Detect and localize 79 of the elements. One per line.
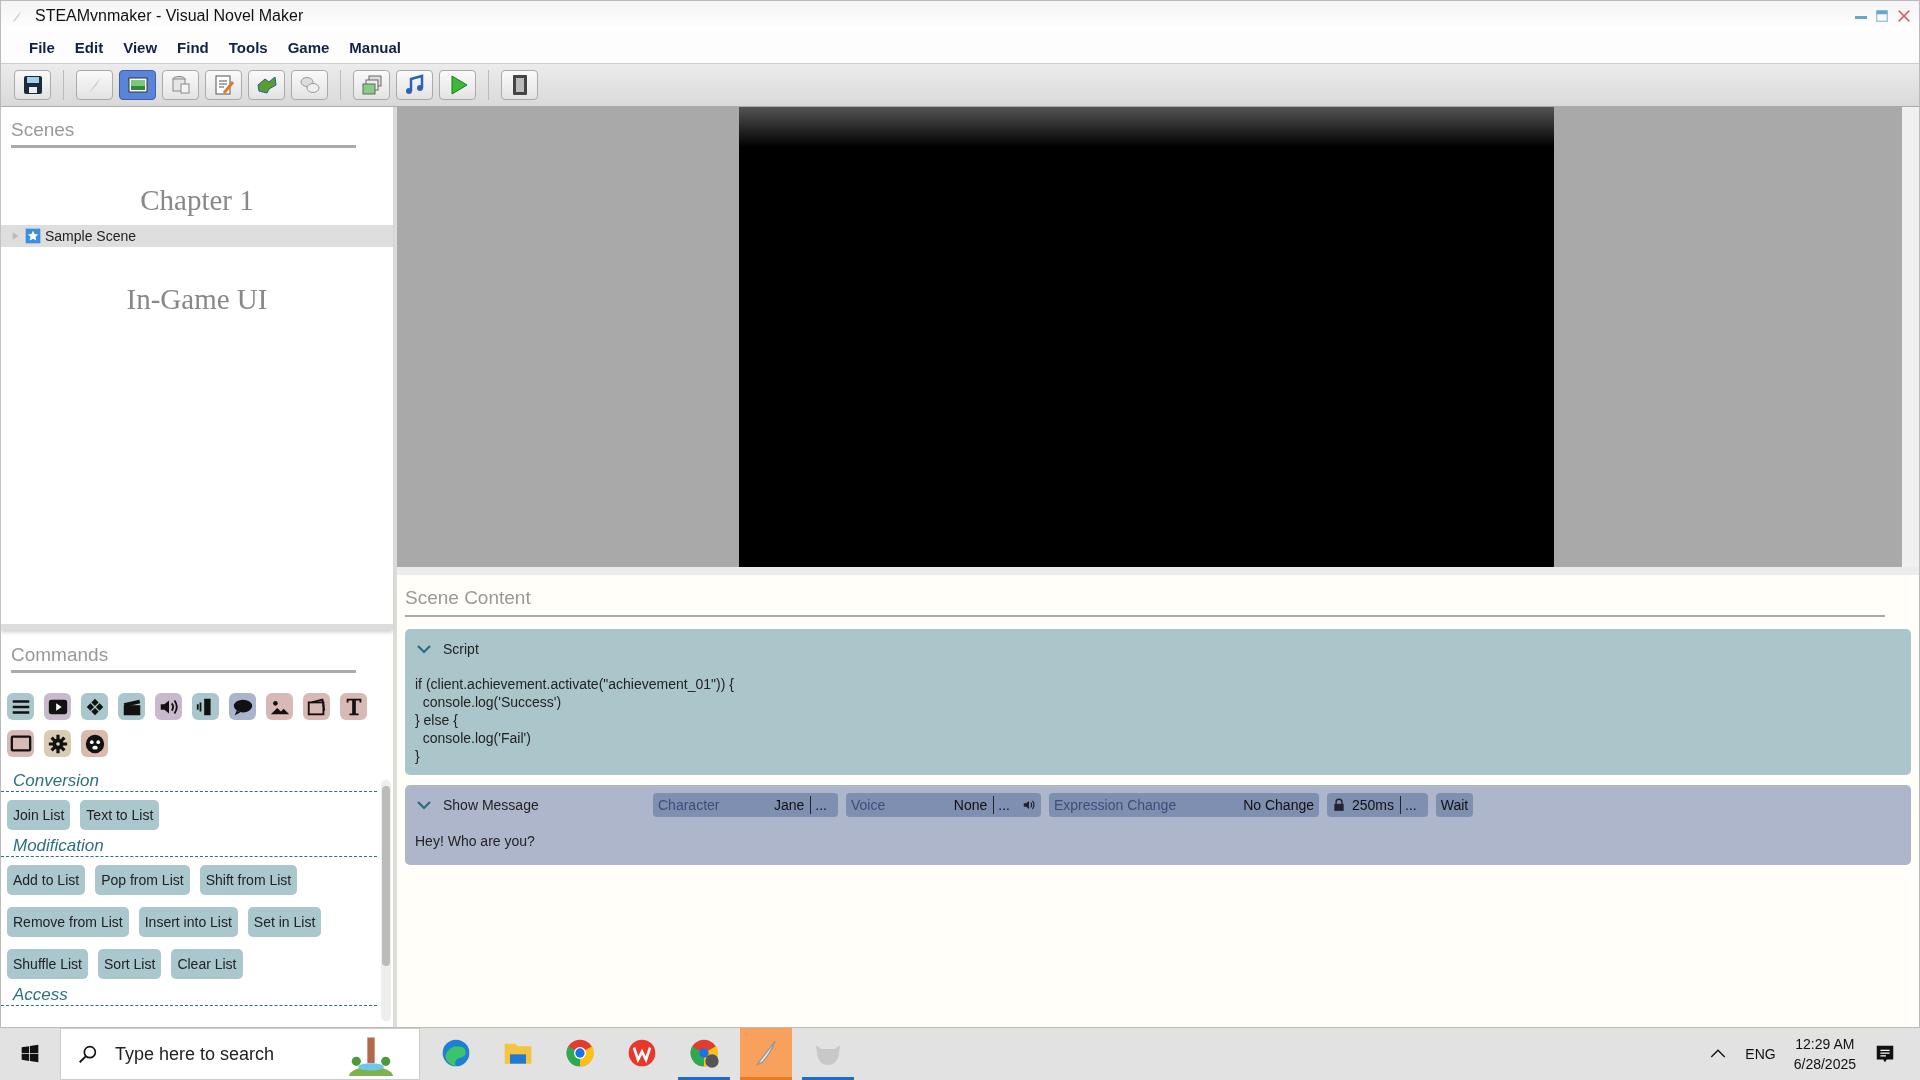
clock-date: 6/28/2025 [1793, 1055, 1856, 1074]
scene-item[interactable]: Sample Scene [1, 225, 393, 247]
panel-title: Scene Content [405, 587, 1885, 617]
command-button[interactable]: Shift from List [199, 865, 298, 895]
command-button[interactable]: Add to List [7, 865, 86, 895]
lock-icon [1332, 798, 1346, 812]
command-button[interactable]: Insert into List [138, 907, 238, 937]
menu-item[interactable]: Edit [66, 34, 112, 60]
wait-field[interactable]: Wait [1435, 793, 1474, 817]
section-heading: Chapter 1 [139, 183, 255, 218]
command-button[interactable] [155, 693, 182, 720]
command-button[interactable] [229, 693, 256, 720]
command-button[interactable] [303, 693, 330, 720]
face-icon [83, 732, 106, 755]
search-icon [77, 1043, 99, 1065]
menu-item[interactable]: View [115, 34, 166, 60]
expression-field[interactable]: Expression Change No Change [1049, 793, 1319, 817]
gear-icon [46, 732, 69, 755]
command-button[interactable] [340, 693, 367, 720]
puzzle-icon [254, 73, 279, 97]
toolbar-button[interactable] [14, 70, 51, 100]
speaker-icon [1022, 798, 1036, 812]
script-code[interactable]: if (client.achievement.activate("achievement_01")) { console.log('Success') } else { console.log('Fail') } [415, 675, 1901, 765]
section-heading: In-Game UI [125, 282, 269, 317]
command-button[interactable] [118, 693, 145, 720]
command-button[interactable] [81, 693, 108, 720]
block-title: Show Message [443, 797, 540, 813]
star-icon [25, 228, 41, 244]
command-button[interactable]: Clear List [171, 949, 243, 979]
toolbar-button[interactable] [119, 70, 156, 100]
command-button[interactable]: Shuffle List [7, 949, 88, 979]
language-indicator[interactable]: ENG [1745, 1046, 1776, 1062]
toolbar-button[interactable] [501, 70, 538, 100]
more-button[interactable]: ... [1400, 796, 1423, 814]
menu-item[interactable]: File [21, 34, 63, 60]
character-field[interactable]: Character Jane ... [653, 793, 838, 817]
command-button[interactable] [44, 693, 71, 720]
command-button[interactable] [44, 730, 71, 757]
duration-field[interactable]: 250ms ... [1327, 793, 1428, 817]
menu-item[interactable]: Find [169, 34, 217, 60]
block-title: Script [443, 641, 480, 657]
category-heading: Modification [1, 836, 377, 857]
scrollbar[interactable] [1902, 107, 1919, 567]
more-button[interactable]: ... [993, 796, 1016, 814]
panel-title: Commands [11, 644, 356, 673]
search-field[interactable]: Type here to search [113, 1042, 317, 1066]
maximize-icon [1875, 9, 1889, 23]
command-button[interactable] [192, 693, 219, 720]
expand-arrow-icon [11, 230, 21, 242]
command-button[interactable] [7, 730, 34, 757]
windows-logo-icon [20, 1044, 40, 1064]
command-button[interactable]: Join List [7, 800, 71, 830]
menu-item[interactable]: Manual [341, 34, 410, 60]
command-button[interactable]: Text to List [80, 800, 160, 830]
command-button[interactable]: Sort List [98, 949, 162, 979]
command-button[interactable] [266, 693, 293, 720]
menu-item[interactable]: Game [279, 34, 338, 60]
clock-time: 12:29 AM [1794, 1035, 1856, 1054]
scrollbar[interactable] [381, 780, 391, 1021]
script-block[interactable]: Script if (client.achievement.activate("achievement_01")) { console.log('Success') } else { console.log('Fail') } [405, 629, 1911, 775]
command-button[interactable]: Pop from List [95, 865, 190, 895]
command-button[interactable] [81, 730, 108, 757]
message-text[interactable]: Hey! Who are you? [415, 833, 1901, 849]
menu-item[interactable]: Tools [220, 34, 276, 60]
command-button[interactable]: Remove from List [7, 907, 129, 937]
command-button[interactable] [7, 693, 34, 720]
command-button[interactable]: Set in List [247, 907, 322, 937]
more-button[interactable]: ... [810, 796, 833, 814]
stacked-pictures-icon [359, 73, 384, 97]
close-icon [1897, 9, 1911, 23]
voice-field[interactable]: Voice None ... [846, 793, 1041, 817]
category-heading: Conversion [1, 771, 377, 792]
search-box[interactable]: Type here to search [60, 1028, 420, 1080]
notification-icon [1874, 1043, 1896, 1065]
message-block[interactable]: Show Message Character Jane ... Voice None ... Expression Change No Change 250ms ... Wait Hey! Who are you? [405, 785, 1911, 865]
category-heading: Access [1, 985, 377, 1006]
window-title: STEAMvnmaker - Visual Novel Maker [35, 7, 305, 25]
panel-title: Scenes [11, 119, 356, 148]
scene-name: Sample Scene [45, 228, 137, 244]
